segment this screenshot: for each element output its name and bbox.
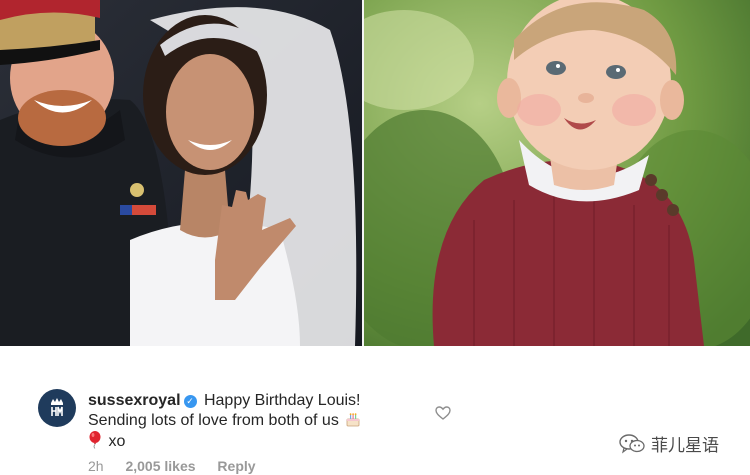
baby-photo [364,0,750,346]
wechat-icon [619,433,645,453]
comment-line-1-text: Happy Birthday Louis! [203,392,361,409]
comment-time: 2h [88,458,104,474]
heart-outline-icon[interactable] [435,406,451,420]
comment-line-2: Sending lots of love from both of us [88,411,418,431]
comment-meta: 2h 2,005 likes Reply [88,458,274,474]
username-link[interactable]: sussexroyal [88,392,181,409]
wedding-photo [0,0,362,346]
comment-line-1: sussexroyal ✓ Happy Birthday Louis! [88,391,418,411]
royal-monogram-icon [51,398,63,416]
comment-line-3: xo [88,431,418,452]
watermark-text: 菲儿星语 [651,436,719,455]
avatar[interactable] [38,389,76,427]
watermark: 菲儿星语 [619,431,719,456]
reply-button[interactable]: Reply [217,458,255,474]
birthday-cake-icon [346,413,360,427]
red-balloon-icon [89,431,101,449]
comment-text: sussexroyal ✓ Happy Birthday Louis! Sendi… [88,391,418,452]
comment-line-3-text: xo [108,433,126,450]
verified-badge-icon: ✓ [183,395,197,408]
comment-line-2-text: Sending lots of love from both of us [88,412,339,429]
photo-collage [0,0,750,346]
likes-count[interactable]: 2,005 likes [125,458,195,474]
